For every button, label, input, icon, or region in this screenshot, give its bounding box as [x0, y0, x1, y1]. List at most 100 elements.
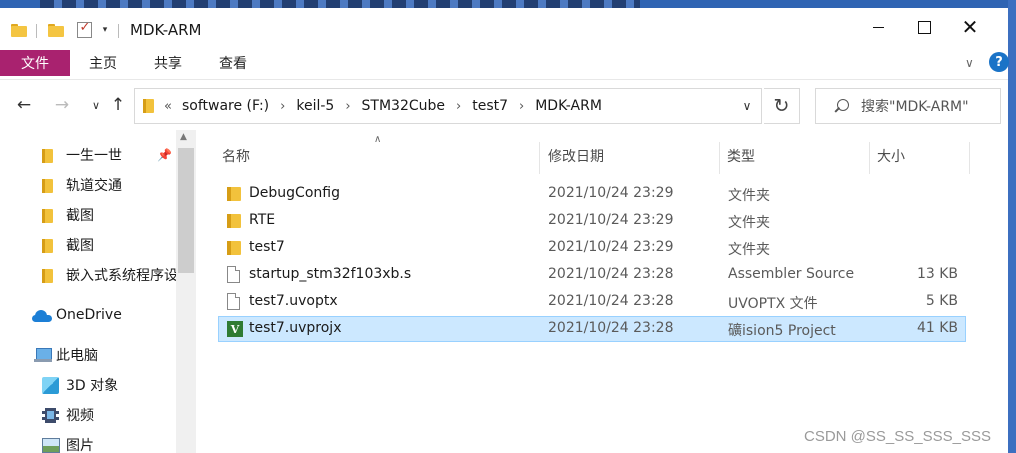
uvision-icon: V	[227, 321, 243, 337]
breadcrumb-keil[interactable]: keil-5	[296, 98, 334, 114]
column-header-date[interactable]: 修改日期	[548, 135, 718, 177]
minimize-button[interactable]	[855, 8, 901, 46]
pictures-icon	[42, 438, 60, 453]
recent-locations-button[interactable]: ∨	[84, 95, 108, 115]
scroll-up-icon[interactable]: ▲	[180, 132, 187, 142]
close-button[interactable]: ✕	[947, 8, 993, 46]
onedrive-icon	[32, 310, 52, 322]
refresh-button[interactable]: ↻	[764, 88, 800, 124]
help-icon[interactable]: ?	[989, 52, 1009, 72]
ribbon-tabs: 文件 主页 共享 查看 ∨ ?	[0, 46, 1009, 80]
expand-ribbon-icon[interactable]: ∨	[965, 56, 974, 70]
up-button[interactable]: ↑	[106, 95, 130, 115]
pin-icon[interactable]: 📌	[157, 148, 172, 162]
sidebar-item-label: 轨道交通	[66, 178, 122, 194]
breadcrumb-stm32cube[interactable]: STM32Cube	[362, 98, 445, 114]
forward-button[interactable]: →	[50, 95, 74, 115]
sidebar-item-label: 截图	[66, 238, 94, 254]
file-row-debugconfig[interactable]: DebugConfig 2021/10/24 23:29 文件夹	[218, 181, 966, 207]
folder-icon	[42, 239, 53, 253]
chevron-right-icon[interactable]: ›	[456, 99, 461, 114]
breadcrumb-drive[interactable]: software (F:)	[182, 98, 269, 114]
file-size: 41 KB	[916, 320, 958, 336]
chevron-right-icon[interactable]: ›	[345, 99, 350, 114]
folder-icon	[143, 99, 154, 113]
tab-share[interactable]: 共享	[145, 50, 191, 76]
sidebar-scrollbar-thumb[interactable]	[178, 148, 194, 273]
address-bar[interactable]: « software (F:) › keil-5 › STM32Cube › t…	[134, 88, 762, 124]
file-name: test7.uvoptx	[249, 293, 338, 309]
column-header-type[interactable]: 类型	[727, 135, 867, 177]
file-name: startup_stm32f103xb.s	[249, 266, 412, 282]
maximize-button[interactable]	[901, 8, 947, 46]
file-name: test7	[249, 239, 285, 255]
sidebar-item-screenshots[interactable]: 截图	[0, 200, 176, 230]
folder-icon	[42, 149, 53, 163]
folder-icon	[42, 209, 53, 223]
search-box[interactable]: 搜索"MDK-ARM"	[815, 88, 1001, 124]
file-row-startup[interactable]: startup_stm32f103xb.s 2021/10/24 23:28 A…	[218, 262, 966, 288]
address-history-dropdown[interactable]: ∨	[733, 88, 761, 124]
navigation-bar: ← → ∨ ↑ « software (F:) › keil-5 › STM32…	[0, 80, 1008, 130]
search-icon	[834, 98, 849, 114]
window-title: MDK-ARM	[130, 21, 202, 39]
file-name: test7.uvprojx	[249, 320, 342, 336]
search-placeholder: 搜索"MDK-ARM"	[861, 99, 969, 115]
sidebar-item-screenshots-2[interactable]: 截图	[0, 230, 176, 260]
sidebar-item-videos[interactable]: 视频	[0, 400, 176, 430]
customize-quick-access-button[interactable]: ▾	[98, 20, 112, 40]
file-row-uvoptx[interactable]: test7.uvoptx 2021/10/24 23:28 UVOPTX 文件 …	[218, 289, 966, 315]
sidebar-item-label: 此电脑	[56, 348, 98, 364]
column-divider[interactable]	[539, 142, 540, 174]
properties-quick-button[interactable]	[74, 20, 94, 40]
folder-icon	[227, 214, 241, 228]
sidebar-item-this-pc[interactable]: 此电脑	[0, 340, 176, 370]
tab-home[interactable]: 主页	[80, 50, 126, 76]
chevron-right-icon[interactable]: ›	[280, 99, 285, 114]
file-date: 2021/10/24 23:29	[548, 212, 674, 228]
file-name: RTE	[249, 212, 276, 228]
file-row-rte[interactable]: RTE 2021/10/24 23:29 文件夹	[218, 208, 966, 234]
column-divider[interactable]	[969, 142, 970, 174]
new-folder-quick-button[interactable]	[46, 20, 66, 40]
back-button[interactable]: ←	[12, 95, 36, 115]
sidebar-item-pictures[interactable]: 图片	[0, 430, 176, 453]
breadcrumb-mdk-arm[interactable]: MDK-ARM	[535, 98, 602, 114]
navigation-pane: 一生一世 📌 轨道交通 截图 截图 嵌入式系统程序设 OneDrive 此电脑	[0, 130, 196, 453]
sidebar-item-yishengyishi[interactable]: 一生一世 📌	[0, 140, 176, 170]
file-date: 2021/10/24 23:28	[548, 266, 674, 282]
chevron-right-icon[interactable]: ›	[519, 99, 524, 114]
column-divider[interactable]	[869, 142, 870, 174]
column-divider[interactable]	[719, 142, 720, 174]
title-separator	[118, 24, 119, 38]
folder-icon	[42, 269, 53, 283]
file-icon	[227, 293, 240, 310]
folder-icon	[10, 20, 28, 40]
sidebar-item-3d-objects[interactable]: 3D 对象	[0, 370, 176, 400]
folder-icon	[227, 241, 241, 255]
sidebar-item-label: OneDrive	[56, 307, 122, 323]
watermark: CSDN @SS_SS_SSS_SSS	[804, 428, 991, 445]
breadcrumb-test7[interactable]: test7	[472, 98, 508, 114]
file-date: 2021/10/24 23:29	[548, 185, 674, 201]
file-name: DebugConfig	[249, 185, 340, 201]
file-row-test7[interactable]: test7 2021/10/24 23:29 文件夹	[218, 235, 966, 261]
file-date: 2021/10/24 23:29	[548, 239, 674, 255]
file-date: 2021/10/24 23:28	[548, 293, 674, 309]
file-list: ∧ 名称 修改日期 类型 大小 DebugConfig 2021/10/24 2…	[196, 130, 1008, 453]
breadcrumb-overflow[interactable]: «	[164, 99, 172, 114]
tab-view[interactable]: 查看	[210, 50, 256, 76]
sidebar-item-embedded[interactable]: 嵌入式系统程序设	[0, 260, 176, 290]
desktop-background-edge	[1008, 0, 1016, 453]
column-header-name[interactable]: 名称	[222, 135, 540, 177]
sidebar-item-onedrive[interactable]: OneDrive	[0, 300, 176, 330]
sidebar-item-rail-transit[interactable]: 轨道交通	[0, 170, 176, 200]
file-size: 13 KB	[916, 266, 958, 282]
file-row-uvprojx[interactable]: V test7.uvprojx 2021/10/24 23:28 礦ision5…	[218, 316, 966, 342]
column-header-size[interactable]: 大小	[877, 135, 967, 177]
folder-icon	[42, 179, 53, 193]
file-type: 文件夹	[728, 188, 770, 204]
tab-file[interactable]: 文件	[0, 50, 70, 76]
refresh-icon: ↻	[773, 95, 790, 117]
folder-icon	[227, 187, 241, 201]
